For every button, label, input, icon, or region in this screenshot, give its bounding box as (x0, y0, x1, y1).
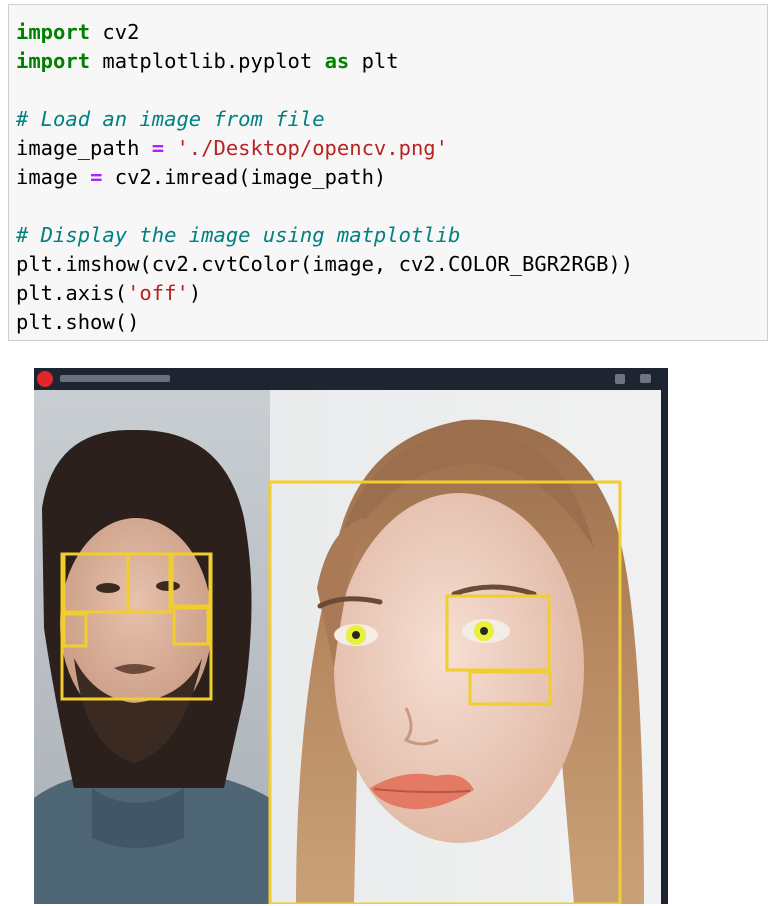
code-token: cv2 (90, 20, 140, 44)
code-token: image (16, 165, 91, 189)
code-line[interactable]: image = cv2.imread(image_path) (16, 163, 386, 192)
code-line[interactable]: plt.axis('off') (16, 279, 201, 308)
code-token: matplotlib.pyplot (90, 49, 325, 73)
code-token: # Load an image from file (16, 107, 325, 131)
code-token: = (90, 165, 103, 189)
code-token: plt (349, 49, 399, 73)
output-area (34, 368, 668, 904)
output-image (34, 368, 668, 904)
man-figure (34, 429, 270, 904)
code-token: import (16, 20, 91, 44)
code-line[interactable]: # Display the image using matplotlib (16, 221, 460, 250)
code-token: plt.axis( (16, 281, 128, 305)
code-token: # Display the image using matplotlib (16, 223, 461, 247)
code-token: = (151, 136, 165, 160)
code-line[interactable]: plt.imshow(cv2.cvtColor(image, cv2.COLOR… (16, 250, 633, 279)
code-token: './Desktop/opencv.png' (176, 136, 448, 160)
code-line[interactable]: # Load an image from file (16, 105, 325, 134)
code-token: plt.imshow(cv2.cvtColor(image, cv2.COLOR… (16, 252, 634, 276)
code-token: as (324, 49, 350, 73)
code-line[interactable]: import matplotlib.pyplot as plt (16, 47, 399, 76)
code-token: cv2.imread(image_path) (102, 165, 387, 189)
code-cell[interactable]: import cv2 import matplotlib.pyplot as pl… (8, 4, 768, 341)
window-title-text (60, 375, 170, 382)
settings-icon (615, 374, 625, 384)
code-line[interactable]: image_path = './Desktop/opencv.png' (16, 134, 448, 163)
code-line[interactable]: plt.show() (16, 308, 139, 337)
chat-icon (640, 374, 651, 383)
code-token: 'off' (127, 281, 189, 305)
code-token: image_path (16, 136, 152, 160)
code-token: ) (188, 281, 202, 305)
face-detection-image (34, 368, 668, 904)
code-token: plt.show() (16, 310, 140, 334)
code-token: import (16, 49, 91, 73)
record-icon (37, 371, 53, 387)
code-line[interactable]: import cv2 (16, 18, 139, 47)
